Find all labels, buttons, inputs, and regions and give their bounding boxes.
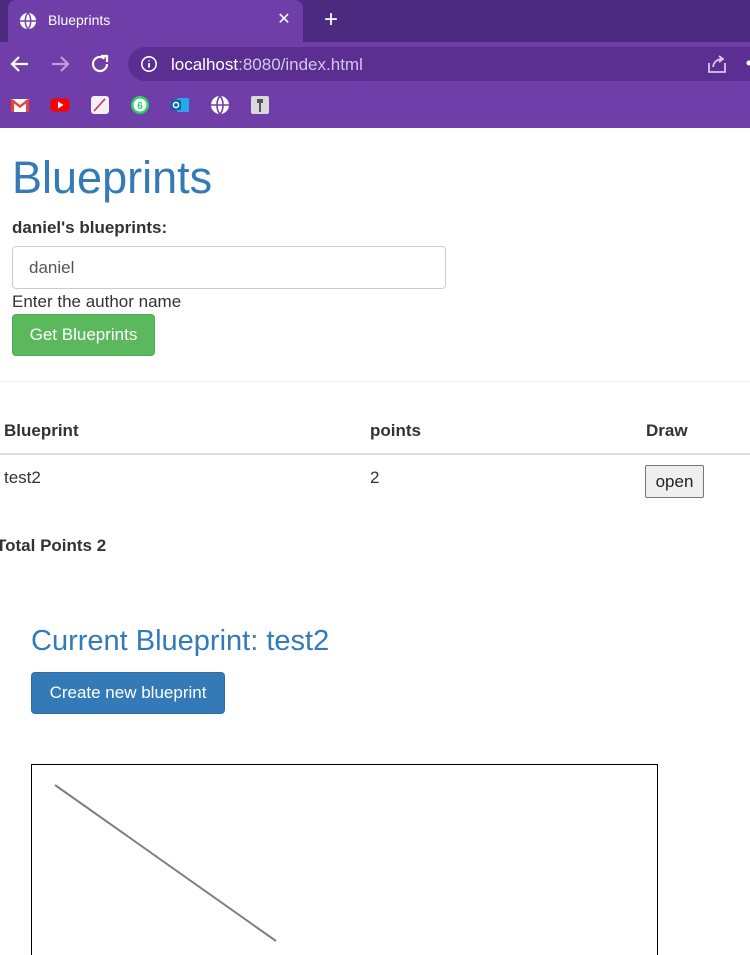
bookmark-app-icon[interactable]: [250, 95, 270, 115]
url-text: localhost:8080/index.html: [171, 55, 363, 75]
svg-text:6: 6: [137, 101, 143, 112]
globe-icon[interactable]: [210, 95, 230, 115]
column-header-blueprint: Blueprint: [4, 421, 79, 440]
url-path: :8080/index.html: [238, 55, 363, 74]
blueprint-canvas[interactable]: [31, 764, 658, 955]
url-host: localhost: [171, 55, 239, 74]
author-input[interactable]: [12, 246, 446, 289]
total-points: Total Points 2: [0, 536, 107, 555]
youtube-icon[interactable]: [50, 95, 70, 115]
gmail-icon[interactable]: [10, 95, 30, 115]
table-header-divider: [0, 453, 750, 455]
outlook-icon[interactable]: [170, 95, 190, 115]
forward-icon[interactable]: [48, 52, 72, 76]
canvas-drawing: [54, 784, 277, 942]
blueprint-name-cell: test2: [4, 468, 41, 487]
divider: [0, 381, 750, 382]
column-header-points: points: [370, 421, 421, 440]
address-bar[interactable]: localhost:8080/index.html: [128, 47, 750, 81]
column-header-draw: Draw: [646, 421, 688, 440]
share-icon[interactable]: [706, 54, 728, 74]
tab-strip: Blueprints ✕ +: [0, 0, 750, 42]
more-icon[interactable]: [746, 60, 750, 66]
browser-tab[interactable]: Blueprints ✕: [8, 0, 303, 42]
globe-icon: [19, 12, 37, 30]
back-icon[interactable]: [8, 52, 32, 76]
current-blueprint-title: Current Blueprint: test2: [31, 625, 330, 657]
create-blueprint-button[interactable]: Create new blueprint: [31, 672, 225, 714]
reload-icon[interactable]: [88, 52, 112, 76]
whatsapp-icon[interactable]: 6: [130, 95, 150, 115]
close-tab-icon[interactable]: ✕: [274, 9, 294, 31]
site-info-icon[interactable]: [140, 55, 158, 73]
blueprint-line: [54, 784, 277, 942]
author-blueprints-label: daniel's blueprints:: [12, 218, 168, 237]
author-help-text: Enter the author name: [12, 292, 182, 311]
points-cell: 2: [370, 468, 380, 487]
page-title: Blueprints: [12, 152, 213, 203]
new-tab-icon[interactable]: +: [318, 8, 344, 34]
pdf-icon[interactable]: [90, 95, 110, 115]
browser-toolbar: localhost:8080/index.html 6: [0, 42, 750, 128]
open-blueprint-button[interactable]: open: [645, 465, 704, 498]
bookmarks-bar: 6: [0, 92, 750, 118]
tab-title: Blueprints: [48, 12, 111, 28]
get-blueprints-button[interactable]: Get Blueprints: [12, 314, 155, 356]
